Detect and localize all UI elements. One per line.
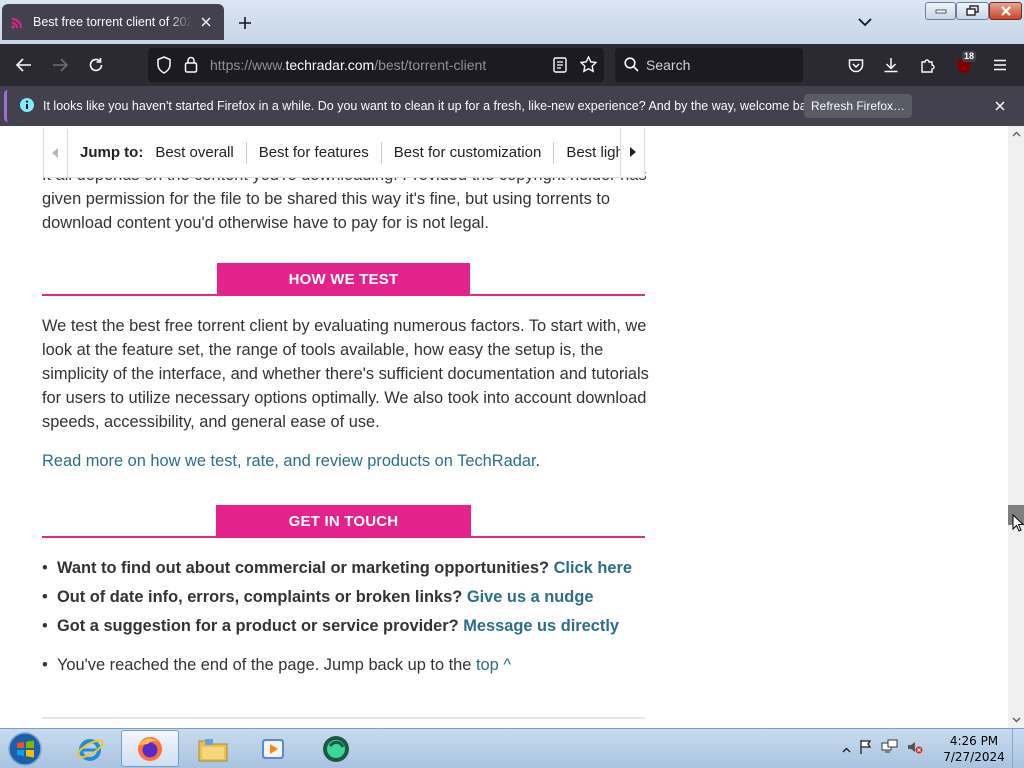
click-here-link[interactable]: Click here	[554, 559, 632, 577]
file-explorer-icon	[198, 738, 228, 761]
notification-text: It looks like you haven't started Firefo…	[43, 99, 823, 113]
restore-button[interactable]	[956, 2, 989, 20]
browser-tab[interactable]: Best free torrent client of 2024 | TechR…	[2, 4, 224, 40]
tab-title: Best free torrent client of 2024 | TechR…	[33, 15, 192, 29]
jump-link-best-for-customization[interactable]: Best for customization	[380, 141, 554, 164]
list-item: • Want to find out about commercial or ma…	[42, 559, 632, 577]
give-us-a-nudge-link[interactable]: Give us a nudge	[467, 588, 594, 606]
app-icon	[323, 735, 349, 762]
window-close-button[interactable]	[989, 2, 1022, 20]
caret-right-icon	[630, 147, 636, 157]
scroll-down-arrow[interactable]	[1008, 712, 1024, 728]
reader-view-icon[interactable]	[553, 57, 567, 78]
reload-icon	[89, 58, 103, 72]
downloads-button[interactable]	[876, 51, 906, 79]
back-button[interactable]	[9, 51, 39, 79]
taskbar-internet-explorer[interactable]	[61, 730, 119, 767]
chevron-down-icon	[1011, 717, 1021, 723]
jump-scroll-left-button[interactable]	[44, 128, 68, 177]
scroll-up-arrow[interactable]	[1008, 126, 1024, 142]
get-in-touch-list: • Want to find out about commercial or ma…	[42, 556, 652, 682]
download-icon	[884, 58, 898, 73]
list-all-tabs-button[interactable]	[852, 10, 878, 34]
taskbar-firefox[interactable]	[121, 730, 179, 767]
new-tab-button[interactable]	[232, 10, 258, 36]
windows-start-orb-icon	[8, 732, 42, 766]
notification-close-button[interactable]	[990, 96, 1010, 116]
close-icon[interactable]	[196, 12, 216, 32]
jump-to-bar: Jump to: Best overall Best for features …	[43, 128, 645, 178]
clock-time: 4:26 PM	[949, 734, 999, 748]
url-bar[interactable]: https://www.techradar.com/best/torrent-c…	[148, 48, 604, 82]
extension-badge: 18	[962, 51, 977, 62]
url-text[interactable]: https://www.techradar.com/best/torrent-c…	[210, 57, 486, 73]
plus-icon	[239, 17, 251, 29]
read-more-paragraph: Read more on how we test, rate, and revi…	[42, 452, 541, 470]
network-icon[interactable]	[881, 739, 899, 760]
how-we-test-heading: HOW WE TEST	[217, 263, 470, 296]
taskbar: 4:26 PM 7/27/2024	[0, 728, 1024, 768]
lock-icon[interactable]	[184, 56, 198, 78]
refresh-firefox-button[interactable]: Refresh Firefox…	[804, 94, 912, 118]
pocket-icon	[848, 58, 864, 72]
volume-muted-icon[interactable]	[906, 739, 924, 760]
read-more-link[interactable]: Read more on how we test, rate, and revi…	[42, 452, 536, 470]
taskbar-media-player[interactable]	[244, 730, 302, 767]
firefox-icon	[138, 736, 162, 761]
vertical-scrollbar[interactable]	[1008, 126, 1024, 728]
jump-scroll-right-button[interactable]	[620, 128, 644, 176]
restore-icon	[965, 5, 979, 16]
techradar-favicon-icon	[10, 14, 26, 30]
close-icon	[1000, 6, 1011, 16]
taskbar-app[interactable]	[307, 730, 365, 767]
search-bar[interactable]: Search	[615, 48, 803, 82]
how-we-test-paragraph: We test the best free torrent client by …	[42, 317, 649, 431]
mouse-cursor-icon	[1012, 513, 1024, 537]
show-desktop-button[interactable]	[1012, 729, 1024, 768]
menu-button[interactable]	[985, 51, 1015, 79]
jump-link-best-for-features[interactable]: Best for features	[245, 141, 381, 164]
close-icon	[995, 101, 1005, 111]
show-hidden-icons-arrow[interactable]	[842, 740, 851, 758]
clock[interactable]: 4:26 PM 7/27/2024	[938, 733, 1010, 765]
reload-button[interactable]	[81, 51, 111, 79]
action-center-flag-icon[interactable]	[858, 739, 874, 760]
extensions-button[interactable]	[913, 51, 943, 79]
shield-icon[interactable]	[156, 56, 172, 79]
pocket-button[interactable]	[841, 51, 871, 79]
arrow-left-icon	[16, 58, 31, 72]
list-item: • Out of date info, errors, complaints or…	[42, 588, 594, 606]
chevron-down-icon	[858, 18, 872, 27]
puzzle-icon	[921, 59, 935, 73]
navigation-toolbar: https://www.techradar.com/best/torrent-c…	[0, 44, 1024, 86]
footer-divider	[42, 717, 645, 719]
arrow-right-icon	[53, 58, 68, 72]
jump-to-label: Jump to:	[80, 144, 144, 161]
browser-titlebar: Best free torrent client of 2024 | TechR…	[0, 0, 1024, 44]
search-icon	[624, 57, 639, 77]
caret-left-icon	[52, 147, 58, 158]
hamburger-menu-icon	[994, 59, 1006, 71]
page-content: It all depends on the content you're dow…	[0, 126, 1008, 728]
jump-link-best-overall[interactable]: Best overall	[143, 142, 245, 164]
media-player-icon	[262, 738, 284, 759]
back-to-top-link[interactable]: top ^	[476, 656, 511, 674]
info-icon	[19, 97, 35, 118]
internet-explorer-icon	[76, 738, 104, 761]
start-button[interactable]	[5, 730, 45, 768]
forward-button[interactable]	[45, 51, 75, 79]
list-item: • Got a suggestion for a product or servi…	[42, 617, 620, 635]
get-in-touch-heading: GET IN TOUCH	[216, 505, 471, 538]
clock-date: 7/27/2024	[943, 750, 1005, 764]
notification-bar: It looks like you haven't started Firefo…	[0, 86, 1024, 126]
minimize-button[interactable]	[925, 2, 956, 20]
chevron-up-icon	[1011, 131, 1021, 137]
minimize-icon	[935, 9, 946, 14]
system-tray	[842, 733, 924, 765]
list-item: • You've reached the end of the page. Jum…	[42, 656, 512, 674]
search-placeholder: Search	[646, 57, 691, 73]
taskbar-file-explorer[interactable]	[184, 730, 242, 767]
message-us-directly-link[interactable]: Message us directly	[463, 617, 619, 635]
bookmark-star-icon[interactable]	[579, 55, 598, 78]
